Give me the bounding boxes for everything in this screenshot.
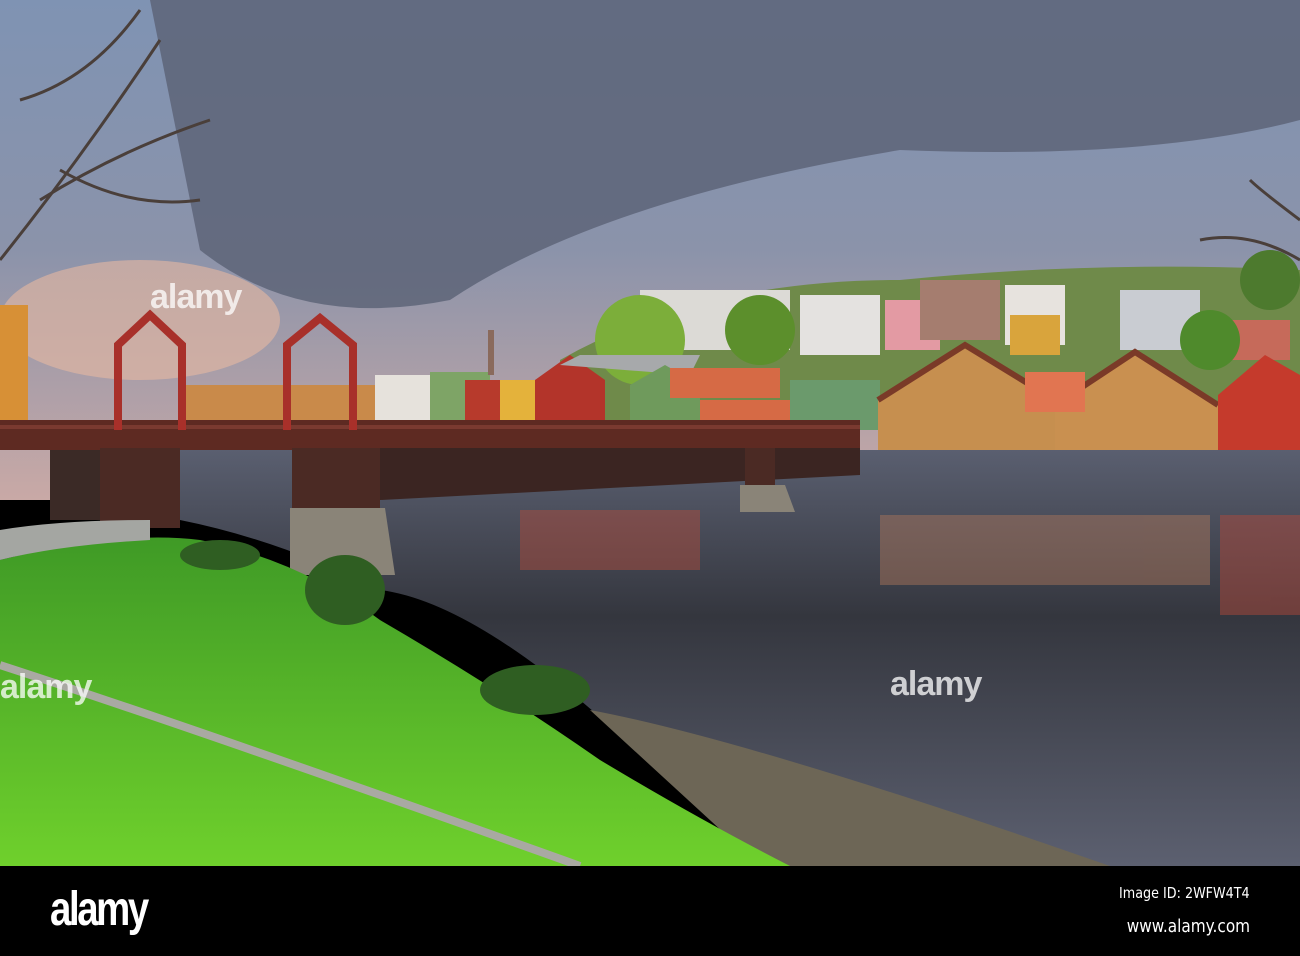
river-town-photo (0, 0, 1300, 870)
alamy-logo: alamy (50, 883, 149, 936)
photo: alamy alamy alamy (0, 0, 1300, 870)
watermark: alamy (890, 665, 982, 703)
site-url: www.alamy.com (1126, 916, 1250, 937)
footer-bar: alamy Image ID: 2WFW4T4 www.alamy.com (0, 866, 1300, 956)
watermark: alamy (0, 668, 92, 706)
image-id: Image ID: 2WFW4T4 (1119, 884, 1250, 902)
watermark: alamy (150, 278, 242, 316)
